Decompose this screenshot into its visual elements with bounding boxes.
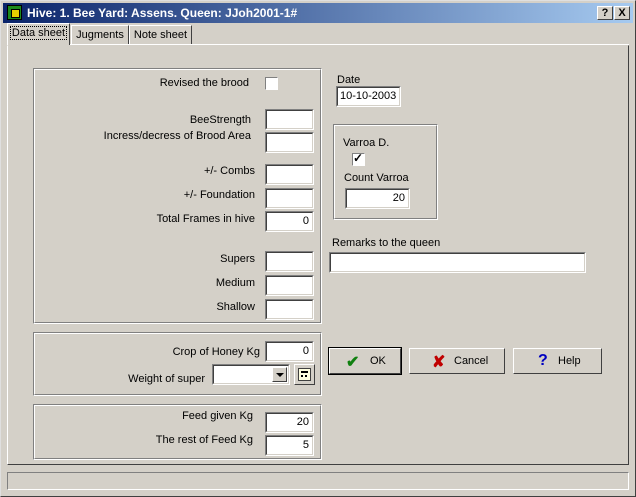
revised-brood-label: Revised the brood: [159, 77, 249, 89]
hive-dialog: Hive: 1. Bee Yard: Assens. Queen: JJoh20…: [0, 0, 636, 497]
crop-honey-label: Crop of Honey Kg: [172, 346, 260, 358]
help-button[interactable]: ? Help: [513, 348, 602, 374]
cancel-button[interactable]: ✘ Cancel: [409, 348, 505, 374]
brood-area-label: Incress/decress of Brood Area: [103, 130, 251, 142]
cancel-icon: ✘: [432, 354, 446, 371]
medium-label: Medium: [215, 277, 255, 289]
close-icon[interactable]: X: [614, 6, 630, 20]
varroa-label: Varroa D.: [343, 137, 390, 149]
chevron-down-icon[interactable]: [272, 367, 287, 382]
date-label: Date: [337, 74, 361, 86]
bee-strength-label: BeeStrength: [189, 114, 251, 126]
count-varroa-field[interactable]: 20: [345, 188, 410, 209]
revised-brood-checkbox[interactable]: [265, 77, 278, 90]
bee-strength-field[interactable]: [265, 109, 314, 130]
check-icon: ✔: [346, 354, 360, 371]
check-icon: ✓: [353, 151, 364, 165]
tab-note-sheet[interactable]: Note sheet: [129, 25, 192, 45]
help-title-button[interactable]: ?: [597, 6, 613, 20]
supers-field[interactable]: [265, 251, 314, 272]
total-frames-field[interactable]: 0: [265, 211, 314, 232]
remarks-field[interactable]: [329, 252, 586, 273]
tab-jugments[interactable]: Jugments: [71, 25, 129, 45]
crop-honey-field[interactable]: 0: [265, 341, 314, 362]
foundation-field[interactable]: [265, 188, 314, 209]
combs-field[interactable]: [265, 164, 314, 185]
weight-super-select[interactable]: [212, 364, 290, 385]
medium-field[interactable]: [265, 275, 314, 296]
brood-area-field[interactable]: [265, 132, 314, 153]
foundation-label: +/- Foundation: [183, 189, 255, 201]
ok-button[interactable]: ✔ OK: [328, 347, 402, 375]
tab-label: Data sheet: [9, 26, 68, 40]
app-icon: [7, 5, 22, 20]
title-bar[interactable]: Hive: 1. Bee Yard: Assens. Queen: JJoh20…: [3, 3, 633, 23]
varroa-checkbox[interactable]: ✓: [352, 151, 365, 166]
tab-label: Note sheet: [133, 29, 188, 41]
weight-super-label: Weight of super: [128, 373, 205, 385]
tab-label: Jugments: [76, 29, 124, 41]
date-field[interactable]: 10-10-2003: [336, 86, 401, 107]
shallow-field[interactable]: [265, 299, 314, 320]
rest-feed-label: The rest of Feed Kg: [155, 434, 253, 446]
shallow-label: Shallow: [216, 301, 255, 313]
feed-given-label: Feed given Kg: [182, 410, 253, 422]
supers-label: Supers: [220, 253, 255, 265]
combs-label: +/- Combs: [203, 165, 255, 177]
question-icon: ?: [538, 352, 548, 369]
tab-data-sheet[interactable]: Data sheet: [7, 23, 70, 45]
total-frames-label: Total Frames in hive: [156, 213, 255, 225]
count-varroa-label: Count Varroa: [344, 172, 409, 184]
window-title: Hive: 1. Bee Yard: Assens. Queen: JJoh20…: [27, 6, 298, 20]
status-bar: [7, 472, 629, 490]
calculator-icon: [298, 368, 311, 381]
remarks-label: Remarks to the queen: [332, 237, 441, 249]
calculator-button[interactable]: [294, 364, 315, 385]
feed-given-field[interactable]: 20: [265, 412, 314, 433]
rest-feed-field[interactable]: 5: [265, 435, 314, 456]
